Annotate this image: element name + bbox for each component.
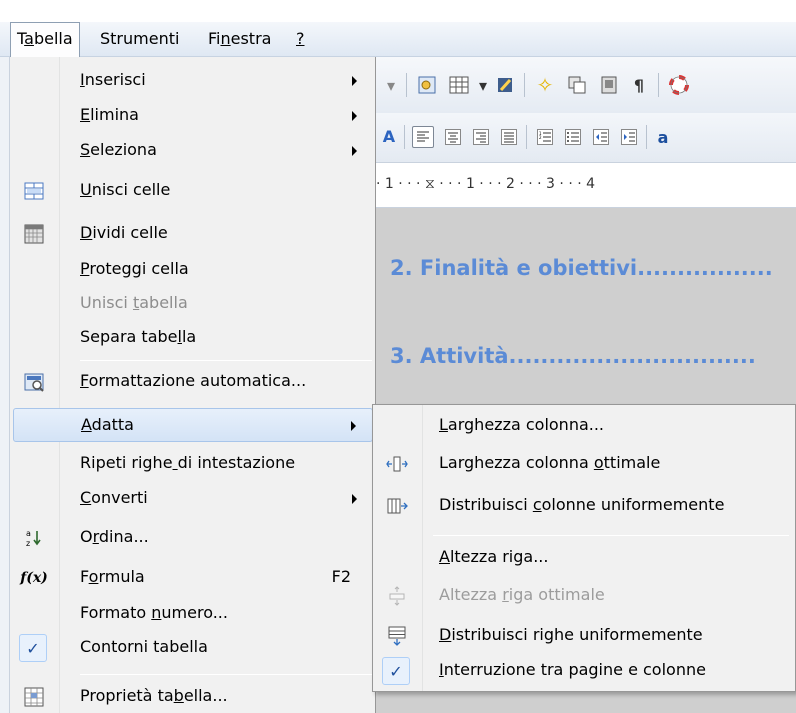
menu-item-unisci-tabella[interactable]: Unisci tabella <box>13 287 373 321</box>
toolbar-separator <box>524 73 525 97</box>
menu-item-converti[interactable]: Converti <box>13 482 373 516</box>
table-dropdown-icon[interactable]: ▾ <box>472 74 494 96</box>
menu-separator <box>80 360 372 361</box>
adatta-submenu: Larghezza colonna... Larghezza colonna o… <box>372 404 796 692</box>
submenu-item-altezza-riga[interactable]: Altezza riga... <box>376 541 792 575</box>
toolbar-separator <box>658 73 659 97</box>
navigator-icon[interactable] <box>416 74 438 96</box>
submenu-item-distribuisci-colonne[interactable]: Distribuisci colonne uniformemente <box>376 489 792 523</box>
autoformat-icon <box>23 371 45 393</box>
star-icon[interactable]: ✧ <box>534 73 556 97</box>
left-window-edge <box>0 57 10 713</box>
toolbar-separator <box>406 73 407 97</box>
numbering-icon[interactable]: 12 <box>534 126 556 148</box>
check-icon: ✓ <box>382 657 410 685</box>
align-left-icon[interactable] <box>412 126 434 148</box>
menu-item-proteggi-cella[interactable]: Proteggi cella <box>13 253 373 287</box>
svg-text:a: a <box>26 529 31 538</box>
sort-icon: az <box>23 527 45 549</box>
menubar-strumenti[interactable]: Strumenti <box>94 22 185 57</box>
menu-item-unisci-celle[interactable]: Unisci celle <box>13 174 373 208</box>
menu-separator <box>80 674 372 675</box>
document-heading: 3. Attività.............................… <box>390 344 756 368</box>
formatting-toolbar: A 12 a <box>376 113 796 163</box>
menu-item-seleziona[interactable]: Seleziona <box>13 134 373 168</box>
window-top <box>0 0 796 22</box>
ruler-scale: · 1 · · · ⧖ · · · 1 · · · 2 · · · 3 · · … <box>376 176 596 192</box>
menu-item-contorni-tabella[interactable]: ✓ Contorni tabella <box>13 631 373 665</box>
menu-item-ordina[interactable]: az Ordina... <box>13 521 373 555</box>
datasource-icon[interactable] <box>598 74 620 96</box>
menubar-finestra[interactable]: Finestra <box>202 22 277 57</box>
ruler: · 1 · · · ⧖ · · · 1 · · · 2 · · · 3 · · … <box>376 164 796 208</box>
svg-text:z: z <box>26 539 30 548</box>
menu-item-proprieta-tabella[interactable]: Proprietà tabella... <box>13 680 373 713</box>
tabella-menu: Inserisci Elimina Seleziona Unisci celle… <box>10 57 376 713</box>
shortcut-label: F2 <box>331 567 351 586</box>
toolbar-separator <box>526 125 527 149</box>
menubar-help[interactable]: ? <box>290 22 311 57</box>
optimal-row-height-icon <box>386 585 408 607</box>
menu-item-inserisci[interactable]: Inserisci <box>13 64 373 98</box>
toolbar-separator <box>646 125 647 149</box>
submenu-arrow-icon <box>352 146 357 156</box>
table-icon[interactable] <box>448 74 470 96</box>
highlight-color-icon[interactable]: a <box>652 126 674 148</box>
gallery-icon[interactable] <box>566 74 588 96</box>
submenu-arrow-icon <box>352 111 357 121</box>
formula-icon: f(x) <box>20 570 48 586</box>
submenu-item-distribuisci-righe[interactable]: Distribuisci righe uniformemente <box>376 619 792 653</box>
font-color-icon[interactable]: A <box>378 125 400 147</box>
optimal-column-width-icon <box>386 453 408 475</box>
menu-item-ripeti-righe[interactable]: Ripeti righe di intestazione <box>13 447 373 481</box>
document-heading: 2. Finalità e obiettivi................. <box>390 256 773 280</box>
submenu-arrow-icon <box>351 421 356 431</box>
submenu-item-altezza-riga-ottimale[interactable]: Altezza riga ottimale <box>376 579 792 613</box>
submenu-arrow-icon <box>352 494 357 504</box>
distribute-rows-icon <box>386 625 408 647</box>
menubar-tabella[interactable]: Tabella <box>10 22 80 58</box>
justify-icon[interactable] <box>498 126 520 148</box>
standard-toolbar: ▾ ▾ ✧ ¶ <box>376 57 796 113</box>
decrease-indent-icon[interactable] <box>590 126 612 148</box>
help-lifebuoy-icon[interactable] <box>668 74 690 96</box>
check-icon: ✓ <box>19 634 47 662</box>
dropdown-arrow-icon[interactable]: ▾ <box>380 74 402 96</box>
align-center-icon[interactable] <box>442 126 464 148</box>
menu-item-formula[interactable]: f(x) Formula F2 <box>13 561 373 595</box>
menu-item-dividi-celle[interactable]: Dividi celle <box>13 217 373 251</box>
draw-icon[interactable] <box>494 74 516 96</box>
align-right-icon[interactable] <box>470 126 492 148</box>
submenu-arrow-icon <box>352 76 357 86</box>
submenu-item-larghezza-colonna-ottimale[interactable]: Larghezza colonna ottimale <box>376 447 792 481</box>
menubar: Tabella Strumenti Finestra ? <box>0 22 796 58</box>
menu-item-separa-tabella[interactable]: Separa tabella <box>13 321 373 355</box>
toolbar-separator <box>404 125 405 149</box>
pilcrow-icon[interactable]: ¶ <box>628 74 650 96</box>
menu-item-formato-numero[interactable]: Formato numero... <box>13 597 373 631</box>
menu-item-formattazione-automatica[interactable]: Formattazione automatica... <box>13 365 373 399</box>
submenu-item-interruzione-pagine-colonne[interactable]: ✓ Interruzione tra pagine e colonne <box>376 654 792 688</box>
submenu-item-larghezza-colonna[interactable]: Larghezza colonna... <box>376 409 792 443</box>
menu-separator <box>433 535 789 536</box>
split-cells-icon <box>23 223 45 245</box>
bullets-icon[interactable] <box>562 126 584 148</box>
menu-item-adatta[interactable]: Adatta <box>13 408 373 442</box>
table-properties-icon <box>23 686 45 708</box>
menu-item-elimina[interactable]: Elimina <box>13 99 373 133</box>
merge-cells-icon <box>23 180 45 202</box>
increase-indent-icon[interactable] <box>618 126 640 148</box>
distribute-columns-icon <box>386 495 408 517</box>
